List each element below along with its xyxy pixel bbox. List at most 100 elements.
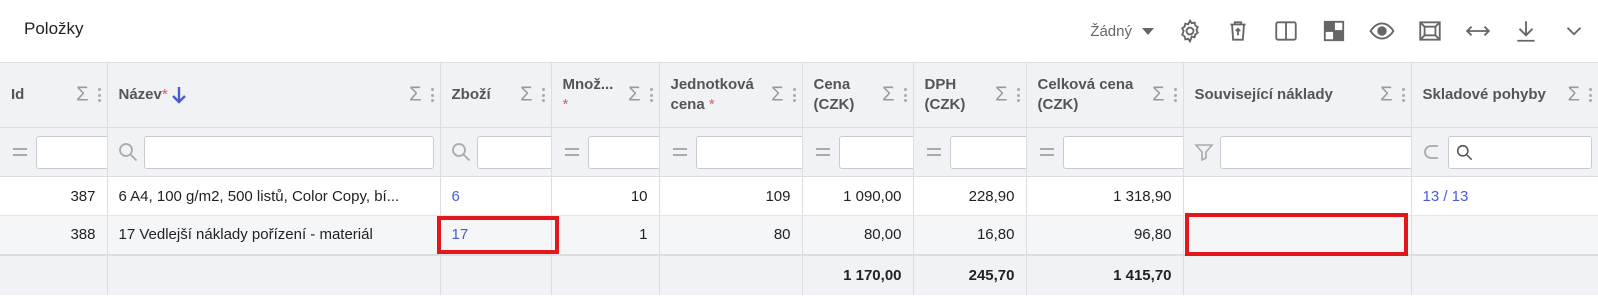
column-label: Cena (CZK): [813, 76, 855, 113]
cell-mnozstvi: 1: [551, 215, 660, 255]
cell-nazev: 17 Vedlejší náklady pořízení - materiál: [107, 215, 441, 255]
search-icon[interactable]: [449, 141, 473, 163]
equals-icon[interactable]: [560, 141, 584, 163]
cell-zbozi: 6: [440, 176, 552, 216]
visibility-button[interactable]: [1358, 12, 1406, 50]
column-label: Zboží: [451, 86, 491, 103]
cell-skladove-pohyby: 13 / 13: [1411, 176, 1598, 216]
column-menu-icon[interactable]: [97, 88, 101, 102]
columns-icon: [1275, 21, 1297, 41]
sum-icon[interactable]: Σ: [628, 84, 640, 107]
zbozi-link[interactable]: 17: [452, 226, 469, 243]
cell-cena: 80,00: [802, 215, 914, 255]
filter-input-id[interactable]: [36, 135, 106, 169]
sum-icon[interactable]: Σ: [771, 84, 783, 107]
layout-button[interactable]: [1310, 12, 1358, 50]
required-mark: *: [708, 96, 715, 113]
sum-icon[interactable]: Σ: [76, 84, 88, 107]
sum-icon[interactable]: Σ: [520, 84, 532, 107]
totals-row: 1 170,00 245,70 1 415,70: [0, 253, 1598, 295]
sum-icon[interactable]: Σ: [1380, 84, 1392, 107]
toolbar: Žádný: [1090, 12, 1598, 50]
cell-celkova-cena: 1 318,90: [1026, 176, 1184, 216]
table-row[interactable]: 387 6 A4, 100 g/m2, 500 listů, Color Cop…: [0, 176, 1598, 216]
column-header-nazev[interactable]: Název* Σ: [107, 62, 441, 128]
equals-icon[interactable]: [922, 141, 946, 163]
sum-icon[interactable]: Σ: [1568, 84, 1580, 107]
view-select[interactable]: Žádný: [1090, 23, 1154, 40]
column-menu-icon[interactable]: [1401, 88, 1405, 102]
column-header-jednotkova-cena[interactable]: Jednotková cena * Σ: [659, 62, 803, 128]
column-menu-icon[interactable]: [1589, 88, 1592, 102]
cell-skladove-pohyby: [1411, 215, 1598, 255]
filter-cell-skladove-pohyby: [1411, 127, 1598, 177]
skladove-pohyby-link[interactable]: 13 / 13: [1423, 188, 1469, 205]
filter-icon[interactable]: [1192, 141, 1216, 163]
column-header-cena[interactable]: Cena (CZK) Σ: [802, 62, 914, 128]
sum-icon[interactable]: Σ: [995, 84, 1007, 107]
cell-celkova-cena: 96,80: [1026, 215, 1184, 255]
column-header-souvisejici-naklady[interactable]: Související náklady Σ: [1183, 62, 1412, 128]
column-label: Název: [118, 85, 162, 103]
download-button[interactable]: [1502, 12, 1550, 50]
collapse-button[interactable]: [1550, 12, 1598, 50]
column-header-mnozstvi[interactable]: Množ... * Σ: [551, 62, 660, 128]
column-menu-icon[interactable]: [430, 88, 434, 102]
column-menu-icon[interactable]: [541, 88, 545, 102]
sum-icon[interactable]: Σ: [409, 84, 421, 107]
column-header-celkova-cena[interactable]: Celková cena (CZK) Σ: [1026, 62, 1184, 128]
filter-cell-cena: [802, 127, 914, 177]
column-menu-icon[interactable]: [792, 88, 796, 102]
filter-input-souvisejici-naklady[interactable]: [1219, 135, 1410, 169]
table-row[interactable]: 388 17 Vedlejší náklady pořízení - mater…: [0, 215, 1598, 255]
filter-input-jednotkova-cena[interactable]: [695, 135, 801, 169]
total-cell-empty: [440, 253, 552, 295]
cell-nazev: 6 A4, 100 g/m2, 500 listů, Color Copy, b…: [107, 176, 441, 216]
delete-icon: [1230, 21, 1246, 41]
equals-icon[interactable]: [8, 141, 32, 163]
column-label: Množ...: [562, 76, 614, 93]
total-cell-empty: [1183, 253, 1412, 295]
filter-cell-mnozstvi: [551, 127, 660, 177]
column-header-zbozi[interactable]: Zboží Σ: [440, 62, 552, 128]
zbozi-link[interactable]: 6: [452, 188, 460, 205]
cell-souvisejici-naklady[interactable]: [1183, 176, 1412, 216]
equals-icon[interactable]: [1035, 141, 1059, 163]
equals-icon[interactable]: [668, 141, 692, 163]
filter-input-cena[interactable]: [838, 135, 912, 169]
filter-input-zbozi[interactable]: [476, 135, 550, 169]
search-icon[interactable]: [116, 141, 140, 163]
cell-jednotkova-cena: 109: [659, 176, 803, 216]
column-menu-icon[interactable]: [1173, 88, 1177, 102]
settings-button[interactable]: [1166, 12, 1214, 50]
total-cell-empty: [659, 253, 803, 295]
cell-id: 387: [0, 176, 108, 216]
column-header-id[interactable]: Id Σ: [0, 62, 108, 128]
total-cell-empty: [1411, 253, 1598, 295]
equals-icon[interactable]: [811, 141, 835, 163]
expand-width-button[interactable]: [1454, 12, 1502, 50]
cell-dph: 228,90: [913, 176, 1027, 216]
filter-input-nazev[interactable]: [143, 135, 434, 169]
filter-cell-souvisejici-naklady: [1183, 127, 1412, 177]
subset-icon[interactable]: [1420, 141, 1444, 163]
required-mark: *: [161, 85, 168, 103]
column-header-dph[interactable]: DPH (CZK) Σ: [913, 62, 1027, 128]
cell-souvisejici-naklady[interactable]: [1183, 215, 1412, 255]
columns-button[interactable]: [1262, 12, 1310, 50]
delete-button[interactable]: [1214, 12, 1262, 50]
fit-icon: [1419, 21, 1441, 41]
filter-input-dph[interactable]: [949, 135, 1025, 169]
fit-button[interactable]: [1406, 12, 1454, 50]
column-menu-icon[interactable]: [1016, 88, 1020, 102]
sort-desc-icon[interactable]: [170, 85, 188, 105]
sum-icon[interactable]: Σ: [1152, 84, 1164, 107]
column-menu-icon[interactable]: [903, 88, 907, 102]
column-menu-icon[interactable]: [649, 88, 653, 102]
filter-input-mnozstvi[interactable]: [587, 135, 658, 169]
gear-icon: [1181, 18, 1199, 44]
column-header-skladove-pohyby[interactable]: Skladové pohyby Σ: [1411, 62, 1598, 128]
sum-icon[interactable]: Σ: [882, 84, 894, 107]
filter-input-celkova-cena[interactable]: [1062, 135, 1182, 169]
chevron-down-icon: [1566, 27, 1582, 36]
